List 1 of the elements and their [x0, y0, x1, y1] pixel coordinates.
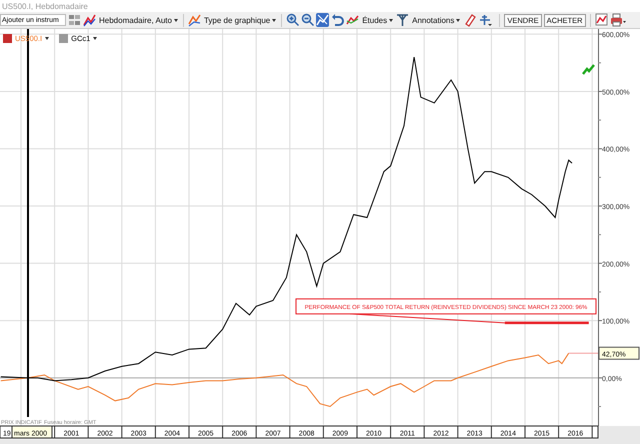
window-title: US500.I, Hebdomadaire: [2, 2, 88, 10]
